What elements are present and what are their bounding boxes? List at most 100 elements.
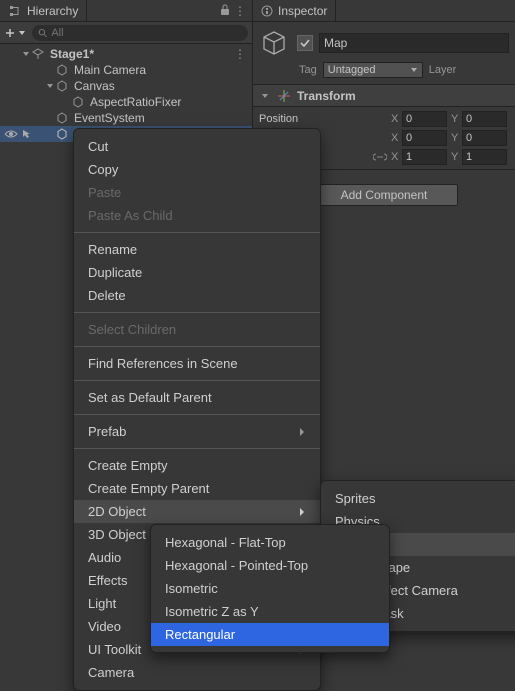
transform-component-header[interactable]: Transform (253, 85, 515, 107)
inspector-tab[interactable]: Inspector (253, 0, 336, 21)
context-menu-item[interactable]: Find References in Scene (74, 352, 320, 375)
menu-item-label: Rectangular (165, 627, 235, 642)
submenu-tilemap-item[interactable]: Isometric Z as Y (151, 600, 389, 623)
menu-item-label: Rename (88, 242, 137, 257)
context-menu-item[interactable]: Create Empty (74, 454, 320, 477)
gameobject-active-checkbox[interactable] (297, 35, 313, 51)
lock-icon[interactable] (220, 4, 230, 18)
gameobject-icon (56, 112, 70, 124)
menu-item-label: Hexagonal - Pointed-Top (165, 558, 308, 573)
menu-item-label: Paste As Child (88, 208, 173, 223)
menu-separator (74, 312, 320, 313)
menu-separator (74, 448, 320, 449)
context-menu-item[interactable]: Cut (74, 135, 320, 158)
menu-separator (74, 380, 320, 381)
component-title: Transform (297, 89, 356, 103)
hierarchy-tab[interactable]: Hierarchy (0, 0, 87, 21)
menu-item-label: Light (88, 596, 116, 611)
tree-label: AspectRatioFixer (90, 95, 181, 109)
menu-item-label: Isometric Z as Y (165, 604, 259, 619)
menu-item-label: Hexagonal - Flat-Top (165, 535, 286, 550)
submenu-2d-item[interactable]: Sprites (321, 487, 515, 510)
tree-item-main-camera[interactable]: Main Camera (0, 62, 252, 78)
context-menu-item[interactable]: Camera (74, 661, 320, 684)
scale-x-input[interactable] (402, 149, 447, 165)
inspector-tab-label: Inspector (278, 4, 327, 18)
scene-row[interactable]: Stage1* ⋮ (0, 46, 252, 62)
unity-scene-icon (32, 48, 46, 60)
tree-item-canvas[interactable]: Canvas (0, 78, 252, 94)
menu-item-label: Select Children (88, 322, 176, 337)
tree-item-eventsystem[interactable]: EventSystem (0, 110, 252, 126)
context-menu-item: Select Children (74, 318, 320, 341)
rotation-x-input[interactable] (402, 130, 447, 146)
layer-label: Layer (429, 64, 457, 76)
scene-label: Stage1* (50, 47, 94, 61)
submenu-arrow-icon (298, 507, 306, 517)
gameobject-name-input[interactable] (319, 33, 509, 53)
visibility-icon[interactable] (4, 129, 18, 139)
context-menu-item: Paste (74, 181, 320, 204)
pickable-icon[interactable] (21, 129, 33, 139)
hierarchy-icon (8, 4, 22, 18)
hierarchy-toolbar (0, 22, 252, 44)
foldout-icon[interactable] (20, 50, 32, 58)
submenu-tilemap-item[interactable]: Hexagonal - Flat-Top (151, 531, 389, 554)
scale-y-input[interactable] (462, 149, 507, 165)
tree-label: Canvas (74, 79, 115, 93)
panel-menu-icon[interactable]: ⋮ (234, 4, 246, 18)
context-menu-item[interactable]: Set as Default Parent (74, 386, 320, 409)
position-y-input[interactable] (462, 111, 507, 127)
menu-item-label: Delete (88, 288, 126, 303)
menu-item-label: Video (88, 619, 121, 634)
submenu-tilemap-item[interactable]: Hexagonal - Pointed-Top (151, 554, 389, 577)
submenu-tilemap: Hexagonal - Flat-Top Hexagonal - Pointed-… (150, 524, 390, 653)
create-dropdown[interactable] (4, 27, 26, 39)
position-label: Position (259, 113, 369, 125)
context-menu-item[interactable]: Copy (74, 158, 320, 181)
inspector-icon (261, 5, 273, 17)
menu-separator (74, 346, 320, 347)
menu-item-label: Effects (88, 573, 128, 588)
menu-item-label: UI Toolkit (88, 642, 141, 657)
gameobject-icon (72, 96, 86, 108)
context-menu-item[interactable]: Delete (74, 284, 320, 307)
search-icon (38, 28, 47, 38)
position-x-input[interactable] (402, 111, 447, 127)
submenu-tilemap-item[interactable]: Rectangular (151, 623, 389, 646)
gameobject-icon (56, 64, 70, 76)
context-menu-item: Paste As Child (74, 204, 320, 227)
transform-icon (277, 89, 291, 103)
menu-item-label: Prefab (88, 424, 126, 439)
context-menu-item[interactable]: Create Empty Parent (74, 477, 320, 500)
menu-item-label: Camera (88, 665, 134, 680)
submenu-arrow-icon (298, 427, 306, 437)
hierarchy-tabbar: Hierarchy ⋮ (0, 0, 252, 22)
add-component-button[interactable]: Add Component (310, 184, 459, 206)
foldout-icon[interactable] (259, 92, 271, 100)
scene-menu-icon[interactable]: ⋮ (234, 47, 252, 61)
context-menu-item[interactable]: Rename (74, 238, 320, 261)
tree-label: EventSystem (74, 111, 145, 125)
context-menu-item[interactable]: Prefab (74, 420, 320, 443)
menu-item-label: Isometric (165, 581, 218, 596)
menu-separator (74, 414, 320, 415)
hierarchy-search[interactable] (32, 25, 248, 41)
menu-item-label: 3D Object (88, 527, 146, 542)
rotation-y-input[interactable] (462, 130, 507, 146)
hierarchy-tab-label: Hierarchy (27, 4, 78, 18)
menu-item-label: Sprites (335, 491, 375, 506)
gameobject-header: Tag Untagged Layer (253, 22, 515, 85)
context-menu-item[interactable]: Duplicate (74, 261, 320, 284)
menu-item-label: Set as Default Parent (88, 390, 212, 405)
menu-item-label: Paste (88, 185, 121, 200)
constrain-icon[interactable] (373, 152, 387, 162)
submenu-tilemap-item[interactable]: Isometric (151, 577, 389, 600)
gameobject-icon (56, 80, 70, 92)
foldout-icon[interactable] (44, 82, 56, 90)
search-input[interactable] (51, 27, 242, 39)
tag-dropdown[interactable]: Untagged (323, 62, 423, 78)
tree-item-aspectratiofixer[interactable]: AspectRatioFixer (0, 94, 252, 110)
context-menu-item[interactable]: 2D Object (74, 500, 320, 523)
gameobject-icon-large[interactable] (259, 28, 289, 58)
